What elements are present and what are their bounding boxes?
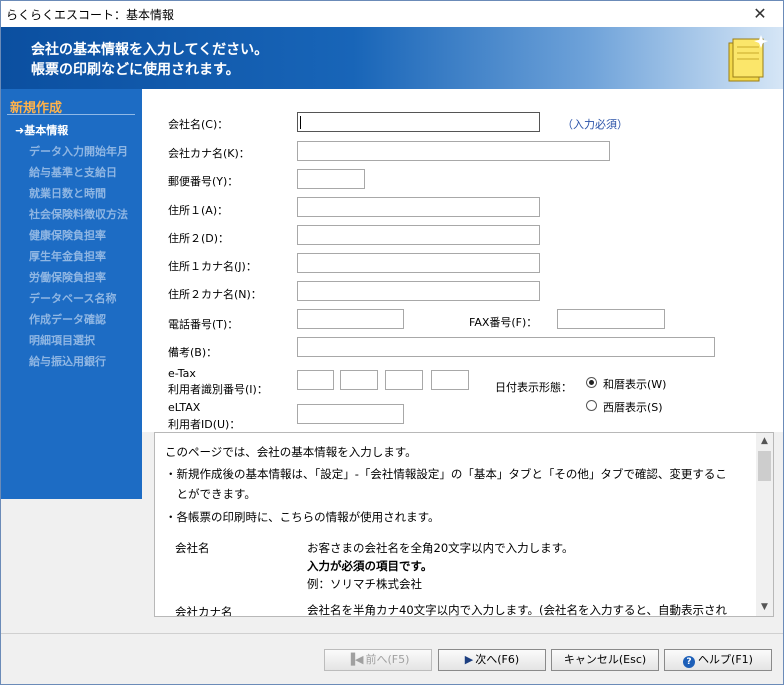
help-company-kana-desc: 会社名を半角カナ40文字以内で入力します。(会社名を入力すると、自動表示され bbox=[307, 603, 728, 617]
address2-input[interactable] bbox=[297, 225, 540, 245]
wizard-sidebar: 新規作成 ➜基本情報 データ入力開始年月 給与基準と支給日 就業日数と時間 社会… bbox=[1, 89, 142, 499]
sidebar-item-basic-info: ➜基本情報 bbox=[15, 124, 69, 137]
address1-kana-label: 住所１カナ名(J)： bbox=[168, 260, 257, 273]
help-panel[interactable]: このページでは、会社の基本情報を入力します。 ・新規作成後の基本情報は、「設定」… bbox=[154, 432, 774, 617]
cancel-button-label: キャンセル(Esc) bbox=[563, 653, 647, 666]
help-bullet-1b: とができます。 bbox=[165, 487, 256, 501]
postal-code-label: 郵便番号(Y)： bbox=[168, 175, 239, 188]
help-required-note: 入力が必須の項目です。 bbox=[307, 559, 433, 573]
seireki-radio-label[interactable]: 西暦表示(S) bbox=[603, 399, 663, 415]
note-input[interactable] bbox=[297, 337, 715, 357]
help-company-kana-term: 会社カナ名 bbox=[175, 605, 233, 617]
scroll-up-icon[interactable]: ▲ bbox=[756, 433, 773, 450]
eltax-label-line1: eLTAX bbox=[168, 401, 201, 414]
address1-kana-input[interactable] bbox=[297, 253, 540, 273]
prev-arrow-icon: ▐◀ bbox=[346, 653, 364, 666]
fax-input[interactable] bbox=[557, 309, 665, 329]
title-bar: らくらくエスコート：基本情報 ✕ bbox=[1, 1, 783, 27]
company-kana-input[interactable] bbox=[297, 141, 610, 161]
sidebar-item-social-insurance: 社会保険料徴収方法 bbox=[29, 208, 128, 221]
sidebar-divider bbox=[7, 114, 135, 115]
address2-kana-label: 住所２カナ名(N)： bbox=[168, 288, 262, 301]
banner-line-2: 帳票の印刷などに使用されます。 bbox=[31, 62, 240, 78]
sidebar-item-database-name: データベース名称 bbox=[29, 292, 117, 305]
app-window: らくらくエスコート：基本情報 ✕ 会社の基本情報を入力してください。 帳票の印刷… bbox=[0, 0, 784, 685]
help-icon: ? bbox=[683, 656, 696, 668]
company-kana-label: 会社カナ名(K)： bbox=[168, 147, 250, 160]
sidebar-item-work-days: 就業日数と時間 bbox=[29, 187, 106, 200]
eltax-label-line2: 利用者ID(U)： bbox=[168, 418, 241, 431]
seireki-radio[interactable] bbox=[586, 400, 597, 411]
wareki-radio-label[interactable]: 和暦表示(W) bbox=[603, 376, 666, 392]
etax-id-part4-input[interactable] bbox=[431, 370, 469, 390]
phone-input[interactable] bbox=[297, 309, 404, 329]
cancel-button[interactable]: キャンセル(Esc) bbox=[551, 649, 659, 671]
sidebar-item-labor-insurance: 労働保険負担率 bbox=[29, 271, 106, 284]
next-button[interactable]: ▶ 次へ(F6) bbox=[438, 649, 546, 671]
help-button[interactable]: ? ヘルプ(F1) bbox=[664, 649, 772, 671]
date-format-label: 日付表示形態： bbox=[495, 381, 572, 394]
help-button-label: ヘルプ(F1) bbox=[698, 653, 753, 666]
etax-label-line1: e-Tax bbox=[168, 367, 196, 380]
sidebar-item-detail-select: 明細項目選択 bbox=[29, 334, 95, 347]
text-caret bbox=[300, 116, 301, 129]
required-note: （入力必須） bbox=[562, 118, 628, 131]
help-company-name-desc: お客さまの会社名を全角20文字以内で入力します。 bbox=[307, 541, 574, 555]
sidebar-item-start-month: データ入力開始年月 bbox=[29, 145, 128, 158]
eltax-id-input[interactable] bbox=[297, 404, 404, 424]
help-bullet-2: ・各帳票の印刷時に、こちらの情報が使用されます。 bbox=[165, 510, 440, 524]
basic-info-form: 会社名(C)： （入力必須） 会社カナ名(K)： 郵便番号(Y)： 住所１(A)… bbox=[142, 89, 783, 432]
help-scrollbar[interactable]: ▲ ▼ bbox=[756, 433, 773, 616]
address2-label: 住所２(D)： bbox=[168, 232, 230, 245]
fax-label: FAX番号(F)： bbox=[469, 316, 538, 329]
help-example: 例：ソリマチ株式会社 bbox=[307, 577, 422, 591]
company-name-label: 会社名(C)： bbox=[168, 118, 229, 131]
prev-button[interactable]: ▐◀ 前へ(F5) bbox=[324, 649, 432, 671]
sidebar-item-health-insurance: 健康保険負担率 bbox=[29, 229, 106, 242]
postal-code-input[interactable] bbox=[297, 169, 365, 189]
instruction-banner: 会社の基本情報を入力してください。 帳票の印刷などに使用されます。 bbox=[1, 27, 783, 89]
banner-line-1: 会社の基本情報を入力してください。 bbox=[31, 42, 269, 58]
address1-input[interactable] bbox=[297, 197, 540, 217]
sidebar-item-pay-basis: 給与基準と支給日 bbox=[29, 166, 117, 179]
next-button-label: 次へ(F6) bbox=[475, 653, 520, 666]
company-name-input[interactable] bbox=[297, 112, 540, 132]
address1-label: 住所１(A)： bbox=[168, 204, 229, 217]
help-intro: このページでは、会社の基本情報を入力します。 bbox=[165, 445, 417, 459]
window-title: らくらくエスコート：基本情報 bbox=[6, 8, 175, 22]
help-bullet-1a: ・新規作成後の基本情報は、「設定」-「会社情報設定」の「基本」タブと「その他」タ… bbox=[165, 467, 727, 481]
prev-button-label: 前へ(F5) bbox=[365, 653, 410, 666]
footer-divider bbox=[1, 633, 783, 634]
etax-id-part2-input[interactable] bbox=[340, 370, 378, 390]
close-icon[interactable]: ✕ bbox=[737, 1, 783, 27]
scroll-thumb[interactable] bbox=[758, 451, 771, 481]
etax-id-part1-input[interactable] bbox=[297, 370, 334, 390]
help-company-name-term: 会社名 bbox=[175, 541, 210, 555]
etax-label-line2: 利用者識別番号(I)： bbox=[168, 383, 268, 396]
note-label: 備考(B)： bbox=[168, 346, 218, 359]
notebook-icon bbox=[728, 35, 768, 82]
sidebar-item-pension: 厚生年金負担率 bbox=[29, 250, 106, 263]
scroll-down-icon[interactable]: ▼ bbox=[756, 599, 773, 616]
wareki-radio[interactable] bbox=[586, 377, 597, 388]
etax-id-part3-input[interactable] bbox=[385, 370, 423, 390]
sidebar-item-confirm: 作成データ確認 bbox=[29, 313, 106, 326]
address2-kana-input[interactable] bbox=[297, 281, 540, 301]
phone-label: 電話番号(T)： bbox=[168, 318, 239, 331]
sidebar-item-bank: 給与振込用銀行 bbox=[29, 355, 106, 368]
next-arrow-icon: ▶ bbox=[464, 653, 474, 666]
